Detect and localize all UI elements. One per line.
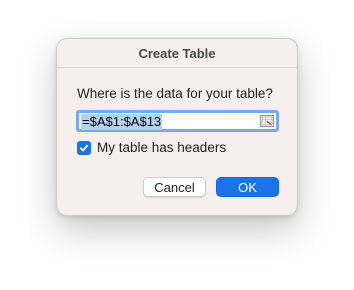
checkmark-icon bbox=[79, 144, 89, 151]
headers-checkbox-row[interactable]: My table has headers bbox=[77, 140, 226, 155]
headers-checkbox[interactable] bbox=[77, 140, 91, 155]
cancel-button[interactable]: Cancel bbox=[143, 177, 206, 197]
create-table-dialog: Create Table Where is the data for your … bbox=[56, 38, 298, 216]
headers-checkbox-label[interactable]: My table has headers bbox=[97, 140, 226, 155]
data-location-prompt: Where is the data for your table? bbox=[77, 86, 273, 101]
range-collapse-icon[interactable] bbox=[260, 115, 274, 127]
dialog-titlebar: Create Table bbox=[57, 39, 297, 68]
dialog-title: Create Table bbox=[138, 45, 216, 61]
table-range-value[interactable]: =$A$1:$A$13 bbox=[81, 114, 163, 130]
ok-button[interactable]: OK bbox=[216, 177, 279, 197]
screen: Create Table Where is the data for your … bbox=[0, 0, 354, 290]
table-range-input[interactable]: =$A$1:$A$13 bbox=[76, 110, 279, 132]
